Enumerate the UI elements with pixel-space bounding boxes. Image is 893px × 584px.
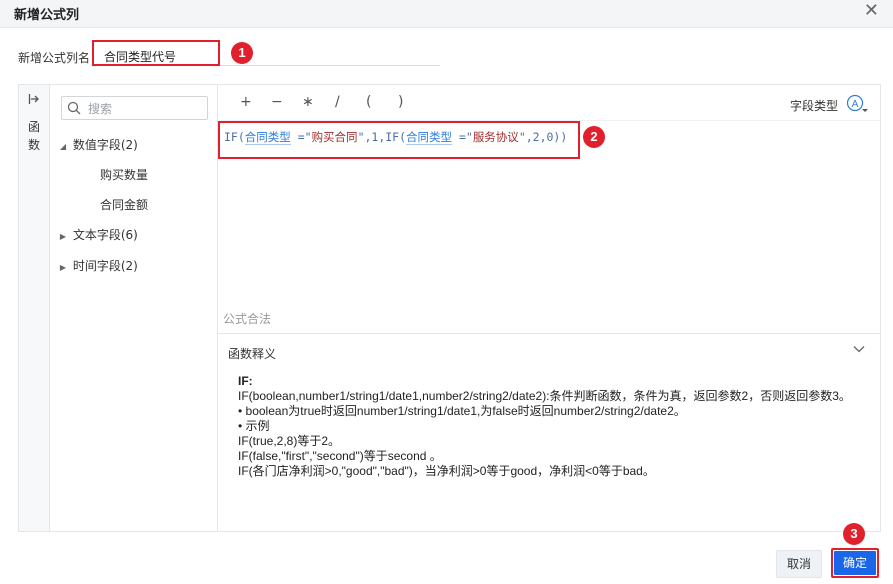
tree-item-field[interactable]: 合同金额 (100, 196, 148, 216)
close-icon[interactable]: ✕ (864, 1, 879, 21)
ok-button-highlight[interactable]: 确定 (831, 548, 879, 578)
explanation-body: IF: IF(boolean,number1/string1/date1,num… (238, 374, 868, 479)
formula-editor: + − ∗ / ( ) 字段类型 A IF(合同类型 ="购买合同",1,IF(… (218, 85, 880, 531)
formula-string-token: 购买合同 (311, 130, 358, 144)
explanation-line: IF: (238, 374, 253, 388)
cancel-button[interactable]: 取消 (776, 550, 822, 578)
formula-token: IF( (224, 130, 245, 144)
caret-right-icon[interactable]: ▶ (57, 232, 69, 241)
explanation-line: IF(true,2,8)等于2。 (238, 434, 341, 448)
explanation-header[interactable]: 函数释义 (228, 345, 276, 362)
formula-validity-status: 公式合法 (223, 312, 272, 326)
operator-minus-button[interactable]: − (271, 94, 283, 110)
operator-open-paren-button[interactable]: ( (366, 94, 371, 110)
annotation-badge-2: 2 (583, 126, 605, 148)
expand-arrow-icon[interactable] (28, 93, 40, 108)
formula-token: =" (452, 130, 473, 144)
dialog-title: 新增公式列 (14, 8, 80, 23)
formula-editor-panel: 函数 ◢ 数值字段(2) 购买数量 合同金额 ▶ 文本字段(6) ▶ 时间字段(… (18, 84, 881, 532)
formula-token: ",1,IF( (357, 130, 407, 144)
search-input[interactable] (88, 100, 202, 117)
column-name-underline (220, 65, 440, 66)
tree-group-label: 数值字段(2) (72, 138, 138, 152)
tree-group-text[interactable]: ▶ 文本字段(6) (57, 226, 138, 246)
tree-group-time[interactable]: ▶ 时间字段(2) (57, 257, 138, 277)
annotation-badge-1: 1 (231, 42, 253, 64)
function-rail-label[interactable]: 函数 (27, 118, 41, 154)
field-type-label: 字段类型 (789, 99, 838, 113)
caret-right-icon[interactable]: ▶ (57, 263, 69, 272)
text-type-icon[interactable]: A (846, 94, 870, 114)
search-icon (67, 101, 81, 115)
field-search-box[interactable] (61, 96, 208, 120)
formula-text[interactable]: IF(合同类型 ="购买合同",1,IF(合同类型 ="服务协议",2,0)) (224, 129, 567, 145)
function-rail[interactable]: 函数 (19, 85, 50, 531)
explanation-line: IF(boolean,number1/string1/date1,number2… (238, 389, 851, 403)
column-name-input[interactable]: 合同类型代号 (92, 40, 220, 66)
formula-field-token: 合同类型 (244, 130, 291, 145)
ok-button[interactable]: 确定 (834, 551, 876, 575)
formula-string-token: 服务协议 (472, 130, 519, 144)
explanation-line: IF(各门店净利润>0,"good","bad")，当净利润>0等于good，净… (238, 464, 655, 478)
dialog-titlebar: 新增公式列 ✕ (0, 0, 893, 28)
formula-input-box[interactable]: IF(合同类型 ="购买合同",1,IF(合同类型 ="服务协议",2,0)) (218, 121, 580, 159)
formula-field-token: 合同类型 (406, 130, 453, 145)
tree-group-label: 文本字段(6) (72, 228, 138, 242)
column-name-row: 新增公式列名 合同类型代号 (0, 38, 893, 68)
operator-close-paren-button[interactable]: ) (398, 94, 403, 110)
caret-down-icon[interactable]: ◢ (57, 142, 69, 151)
annotation-badge-3: 3 (843, 523, 865, 545)
operator-toolbar: + − ∗ / ( ) 字段类型 A (218, 85, 880, 121)
tree-item-field[interactable]: 购买数量 (100, 166, 148, 186)
field-list-panel: ◢ 数值字段(2) 购买数量 合同金额 ▶ 文本字段(6) ▶ 时间字段(2) (50, 85, 218, 531)
operator-plus-button[interactable]: + (240, 94, 252, 110)
chevron-down-icon[interactable] (852, 342, 866, 356)
tree-group-label: 时间字段(2) (72, 259, 138, 273)
operator-divide-button[interactable]: / (335, 94, 340, 110)
explanation-line: IF(false,"first","second")等于second 。 (238, 449, 442, 463)
explanation-line: • 示例 (238, 419, 270, 433)
formula-token: ",2,0)) (518, 130, 568, 144)
formula-token: =" (290, 130, 312, 144)
svg-text:A: A (852, 99, 859, 110)
operator-multiply-button[interactable]: ∗ (302, 94, 314, 110)
column-name-label: 新增公式列名 (18, 51, 91, 65)
explanation-line: • boolean为true时返回number1/string1/date1,为… (238, 404, 686, 418)
tree-group-numeric[interactable]: ◢ 数值字段(2) (57, 136, 138, 156)
section-divider (218, 333, 880, 334)
